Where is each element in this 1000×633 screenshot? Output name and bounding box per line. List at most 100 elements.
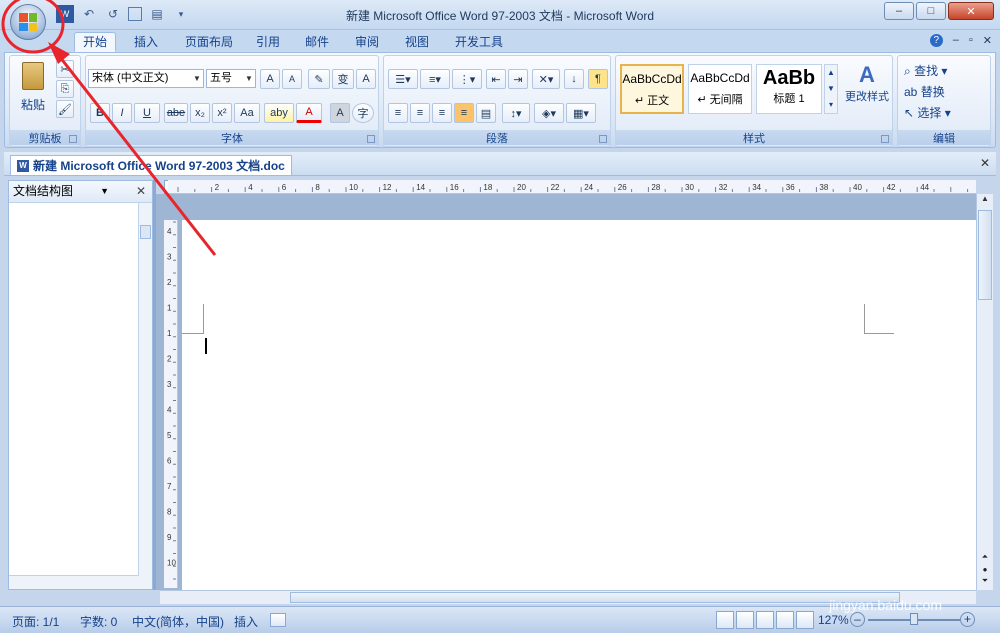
style-normal[interactable]: AaBbCcDd ↵ 正文 (620, 64, 684, 114)
justify-icon[interactable]: ≡ (454, 103, 474, 123)
change-case-button[interactable]: Aa (234, 103, 260, 123)
subscript-button[interactable]: x₂ (190, 103, 210, 123)
tab-home[interactable]: 开始 (74, 32, 117, 52)
tab-developer[interactable]: 开发工具 (446, 32, 512, 52)
clear-format-icon[interactable]: ✎ (308, 69, 330, 89)
find-button[interactable]: ⌕ 查找 ▾ (904, 62, 947, 79)
scroll-thumb[interactable] (978, 210, 992, 300)
grow-font-button[interactable]: A (260, 69, 280, 89)
document-tab-close-button[interactable]: ✕ (980, 156, 990, 170)
scroll-thumb[interactable] (140, 225, 151, 239)
paste-button[interactable]: 粘贴 (16, 60, 50, 116)
style-no-spacing[interactable]: AaBbCcDd ↵ 无间隔 (688, 64, 752, 114)
numbering-icon[interactable]: ≡▾ (420, 69, 450, 89)
full-screen-reading-icon[interactable] (736, 611, 754, 629)
font-name-combo[interactable]: 宋体 (中文正文) ▼ (88, 69, 204, 88)
outline-view-icon[interactable] (776, 611, 794, 629)
font-size-combo[interactable]: 五号 ▼ (206, 69, 256, 88)
document-tab[interactable]: W 新建 Microsoft Office Word 97-2003 文档.do… (10, 155, 292, 175)
tab-view[interactable]: 视图 (396, 32, 438, 52)
paragraph-launcher-icon[interactable] (599, 135, 607, 143)
font-size-dropdown-icon[interactable]: ▼ (243, 70, 255, 87)
minimize-button[interactable]: – (884, 2, 914, 20)
tab-insert[interactable]: 插入 (125, 32, 167, 52)
font-launcher-icon[interactable] (367, 135, 375, 143)
styles-launcher-icon[interactable] (881, 135, 889, 143)
italic-button[interactable]: I (112, 103, 132, 123)
document-map-hscroll[interactable] (9, 575, 139, 589)
borders-icon[interactable]: ▦▾ (566, 103, 596, 123)
document-map-scrollbar[interactable] (138, 203, 152, 589)
document-page[interactable] (182, 220, 976, 590)
scroll-up-icon[interactable]: ▲ (977, 194, 993, 208)
status-insert-mode[interactable]: 插入 (234, 613, 258, 630)
print-layout-view-icon[interactable] (716, 611, 734, 629)
align-right-icon[interactable]: ≡ (432, 103, 452, 123)
zoom-in-icon[interactable]: + (960, 612, 975, 627)
tab-page-layout[interactable]: 页面布局 (176, 32, 242, 52)
font-name-dropdown-icon[interactable]: ▼ (191, 70, 203, 87)
font-color-button[interactable]: A (296, 103, 322, 123)
select-button[interactable]: ↖ 选择 ▾ (904, 104, 951, 121)
multilevel-list-icon[interactable]: ⋮▾ (452, 69, 482, 89)
vertical-scrollbar[interactable]: ▲ ⏶ ● ⏷ (976, 194, 993, 590)
doc-restore-button[interactable]: ▫ (969, 34, 973, 47)
close-button[interactable]: ✕ (948, 2, 994, 20)
web-layout-icon[interactable] (756, 611, 774, 629)
document-tab-bar: W 新建 Microsoft Office Word 97-2003 文档.do… (4, 152, 996, 176)
doc-minimize-button[interactable]: – (953, 34, 959, 47)
highlight-button[interactable]: aby (264, 103, 294, 123)
styles-scroll[interactable]: ▲ ▼ ▾ (824, 64, 838, 114)
line-spacing-icon[interactable]: ↕▾ (502, 103, 530, 123)
vertical-ruler[interactable]: 4 3 2 1 1 2 3 4 5 6 7 8 9 10 (164, 220, 178, 588)
char-border-button[interactable]: A (356, 69, 376, 89)
prev-page-icon[interactable]: ⏶ (977, 552, 993, 562)
status-word-count[interactable]: 字数: 0 (80, 613, 117, 630)
copy-icon[interactable]: ⎘ (56, 80, 74, 98)
zoom-out-icon[interactable]: – (850, 612, 865, 627)
align-left-icon[interactable]: ≡ (388, 103, 408, 123)
horizontal-ruler[interactable]: 2 4 6 8 10 12 14 16 18 20 22 24 26 28 30 32 34 36 38 40 42 44 (168, 180, 976, 194)
bold-button[interactable]: B (90, 103, 110, 123)
zoom-slider-thumb[interactable] (910, 613, 918, 625)
enclose-chars-button[interactable]: 字 (352, 103, 374, 123)
bullets-icon[interactable]: ☰▾ (388, 69, 418, 89)
shading-icon[interactable]: ◈▾ (534, 103, 564, 123)
tab-references[interactable]: 引用 (247, 32, 289, 52)
change-styles-button[interactable]: A 更改样式 (842, 60, 892, 120)
help-icon[interactable]: ? (929, 34, 943, 47)
tab-review[interactable]: 审阅 (346, 32, 388, 52)
phonetic-guide-button[interactable]: 变 (332, 69, 354, 89)
shrink-font-button[interactable]: A (282, 69, 302, 89)
style-heading-1[interactable]: AaBb 标题 1 (756, 64, 822, 114)
replace-button[interactable]: ab 替换 (904, 83, 945, 100)
document-map-close-button[interactable]: ✕ (136, 184, 146, 198)
increase-indent-icon[interactable]: ⇥ (508, 69, 528, 89)
browse-object-icon[interactable]: ● (977, 565, 993, 574)
office-button[interactable] (10, 4, 46, 40)
dropdown-icon[interactable]: ▼ (100, 183, 109, 199)
next-page-icon[interactable]: ⏷ (977, 576, 993, 586)
draft-view-icon[interactable] (796, 611, 814, 629)
decrease-indent-icon[interactable]: ⇤ (486, 69, 506, 89)
document-map-selector[interactable]: 文档结构图 ▼ (11, 183, 111, 200)
cut-icon[interactable]: ✂ (56, 60, 74, 78)
show-marks-icon[interactable]: ¶ (588, 69, 608, 89)
doc-close-button[interactable]: ✕ (983, 34, 992, 47)
status-language[interactable]: 中文(简体，中国) (132, 613, 224, 630)
char-shading-button[interactable]: A (330, 103, 350, 123)
strikethrough-button[interactable]: abe (164, 103, 188, 123)
macro-record-icon[interactable] (270, 613, 286, 627)
distributed-icon[interactable]: ▤ (476, 103, 496, 123)
status-page[interactable]: 页面: 1/1 (12, 613, 59, 630)
chinese-layout-icon[interactable]: ✕▾ (532, 69, 560, 89)
sort-icon[interactable]: ↓ (564, 69, 584, 89)
zoom-level[interactable]: 127% (818, 613, 849, 627)
clipboard-launcher-icon[interactable] (69, 135, 77, 143)
underline-button[interactable]: U (134, 103, 160, 123)
tab-mailings[interactable]: 邮件 (296, 32, 338, 52)
maximize-button[interactable]: □ (916, 2, 946, 20)
format-painter-icon[interactable]: 🖌 (56, 100, 74, 118)
align-center-icon[interactable]: ≡ (410, 103, 430, 123)
superscript-button[interactable]: x² (212, 103, 232, 123)
